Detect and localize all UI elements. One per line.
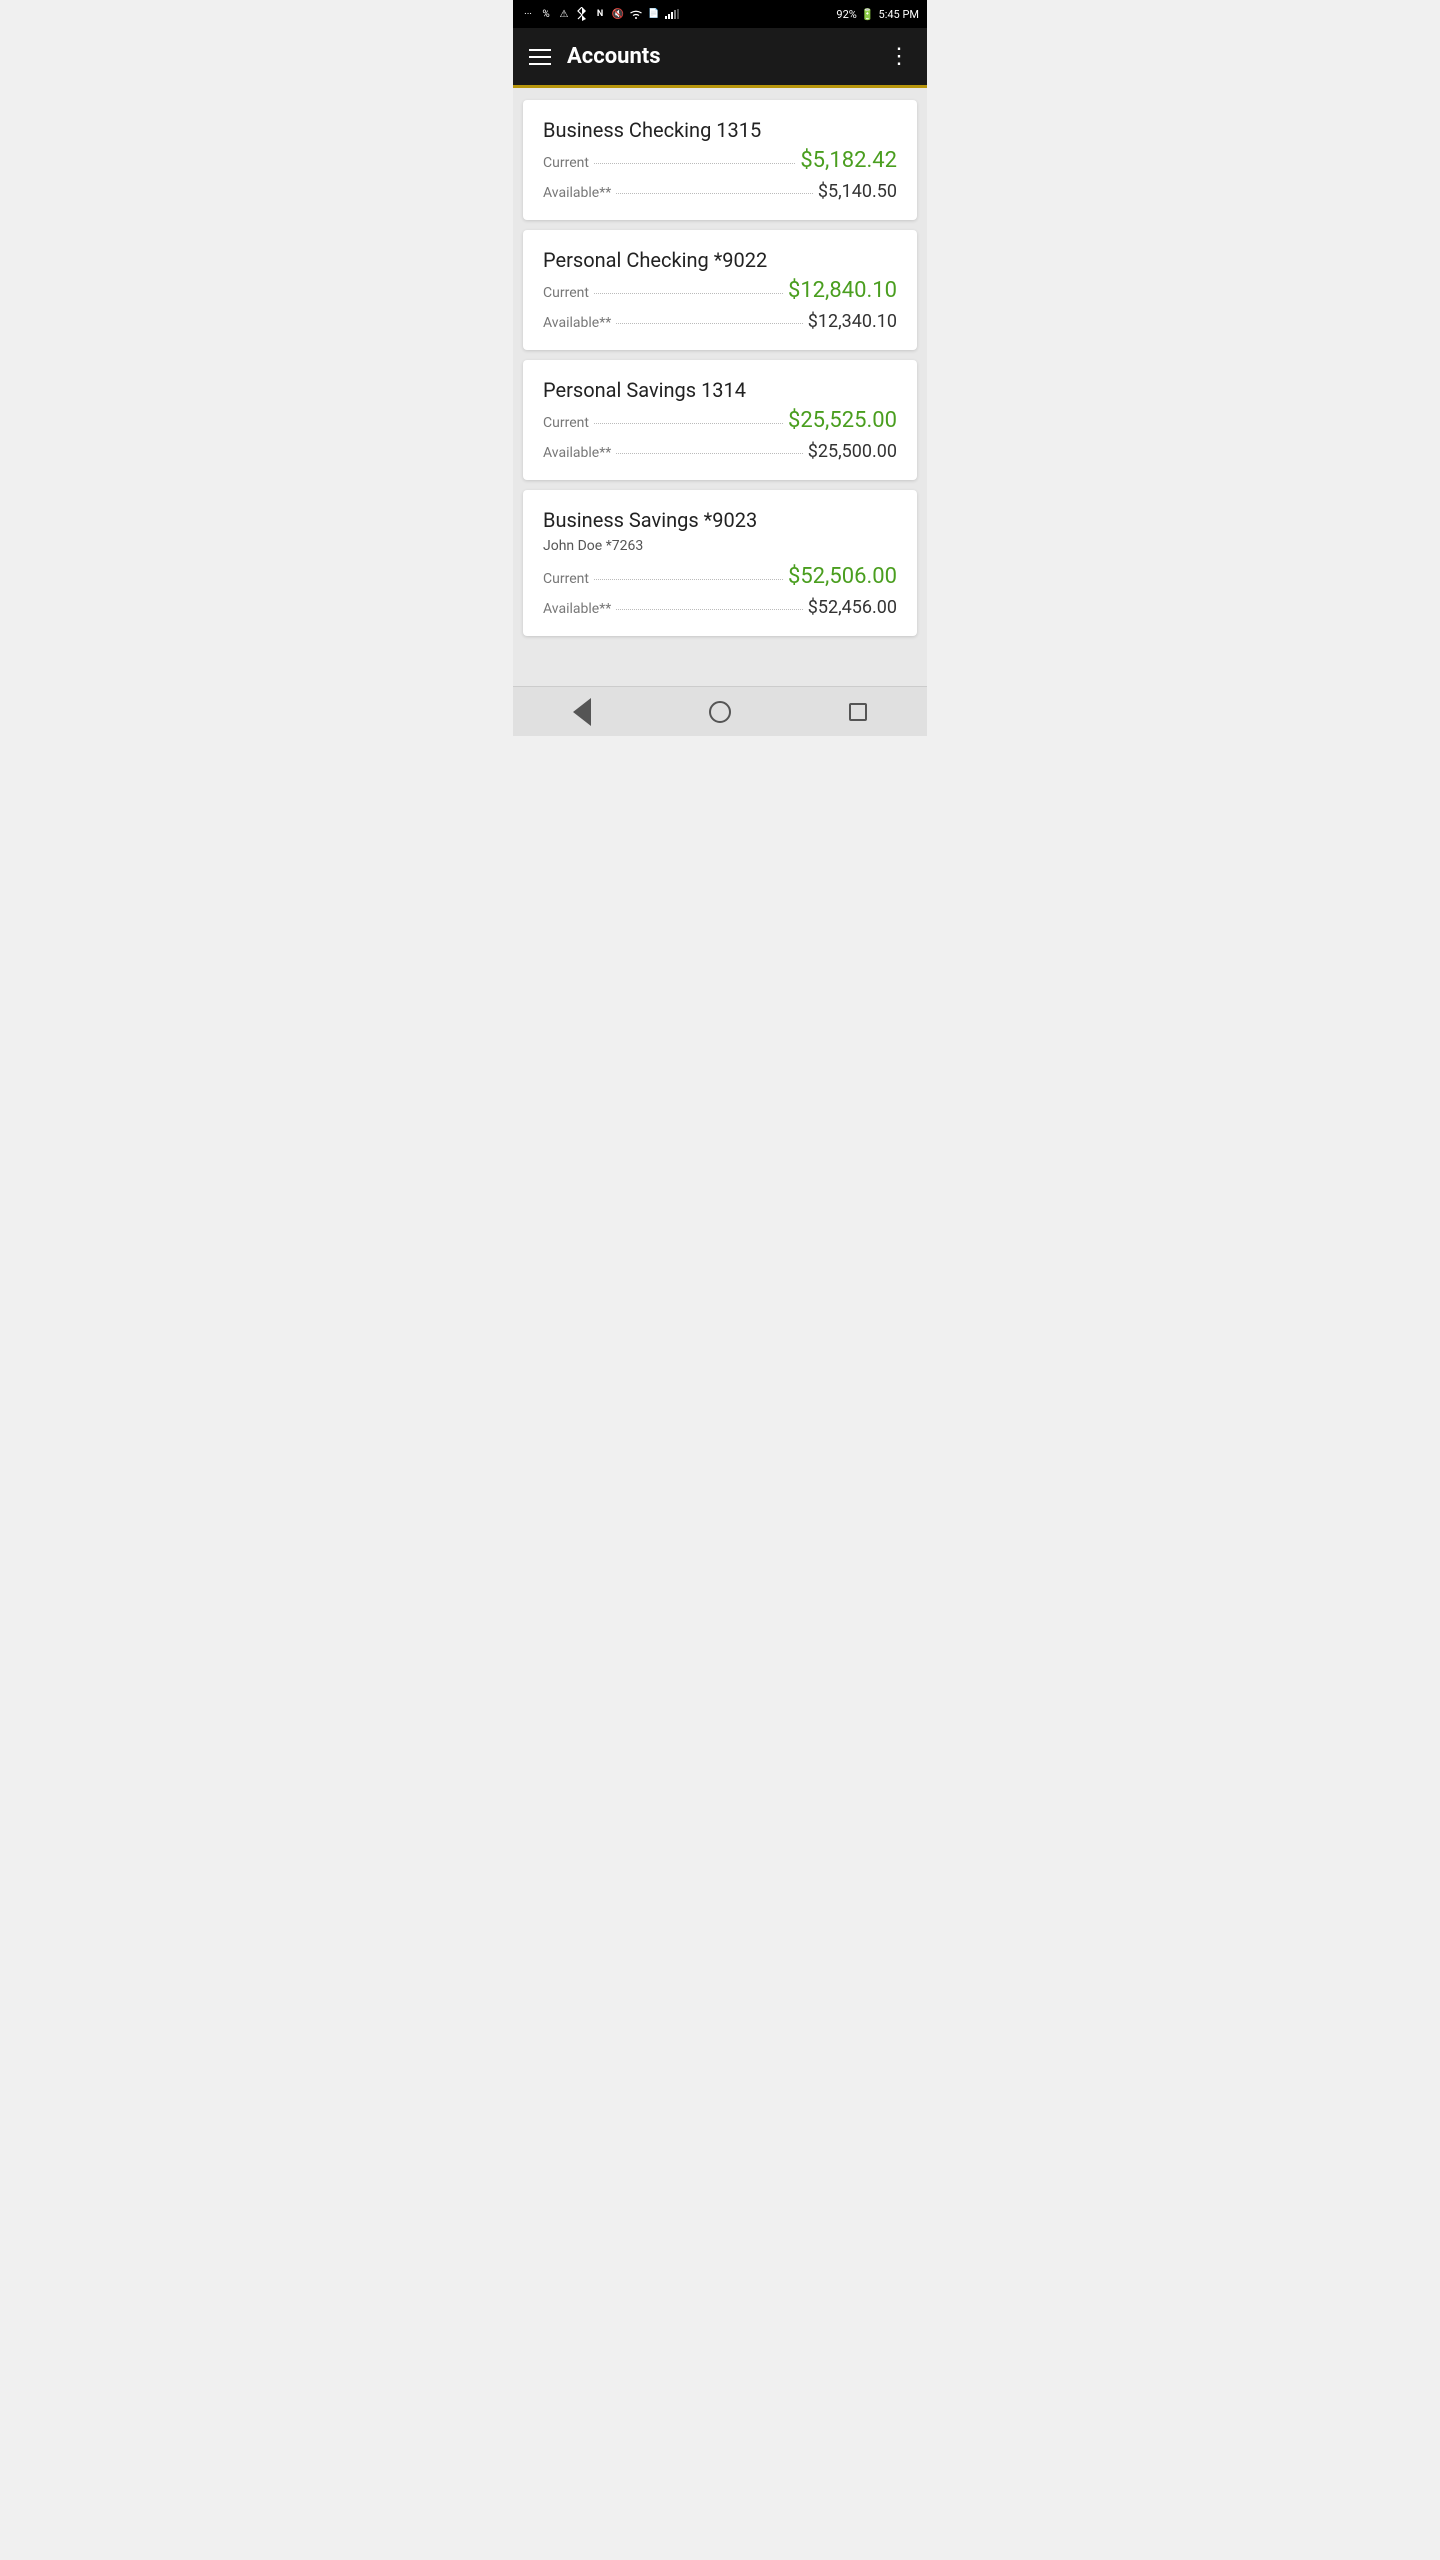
battery-icon: 🔋	[861, 8, 875, 21]
hamburger-line-2	[529, 56, 551, 58]
back-icon	[573, 698, 591, 726]
available-balance-row: Available** $5,140.50	[543, 181, 897, 202]
bluetooth-icon	[575, 7, 589, 21]
current-label: Current	[543, 571, 589, 587]
hamburger-line-1	[529, 49, 551, 51]
page-title: Accounts	[567, 44, 661, 69]
home-button[interactable]	[695, 692, 745, 732]
current-amount: $12,840.10	[788, 278, 897, 303]
notification-icon: ···	[521, 7, 535, 21]
account-card-business-checking[interactable]: Business Checking 1315 Current $5,182.42…	[523, 100, 917, 220]
account-name: Personal Checking *9022	[543, 248, 897, 272]
wifi-icon	[629, 7, 643, 21]
current-balance-row: Current $12,840.10	[543, 278, 897, 303]
bottom-navigation	[513, 686, 927, 736]
account-subtitle: John Doe *7263	[543, 538, 897, 554]
app-bar-left: Accounts	[529, 44, 661, 69]
available-label: Available**	[543, 601, 611, 617]
dot-separator	[616, 453, 803, 454]
dot-separator	[594, 579, 783, 580]
signal-icon	[665, 7, 679, 21]
account-card-personal-checking[interactable]: Personal Checking *9022 Current $12,840.…	[523, 230, 917, 350]
dot-separator	[616, 193, 813, 194]
current-label: Current	[543, 285, 589, 301]
percent-icon: %	[539, 7, 553, 21]
current-label: Current	[543, 415, 589, 431]
home-icon	[709, 701, 731, 723]
current-label: Current	[543, 155, 589, 171]
dot-separator	[594, 293, 783, 294]
status-bar: ··· % ⚠ N 🔇 📄	[513, 0, 927, 28]
available-balance-row: Available** $52,456.00	[543, 597, 897, 618]
account-card-business-savings[interactable]: Business Savings *9023 John Doe *7263 Cu…	[523, 490, 917, 636]
status-bar-right: 92% 🔋 5:45 PM	[836, 8, 919, 21]
current-amount: $52,506.00	[788, 564, 897, 589]
current-amount: $25,525.00	[788, 408, 897, 433]
recents-button[interactable]	[833, 692, 883, 732]
account-name: Business Checking 1315	[543, 118, 897, 142]
more-options-button[interactable]: ⋮	[888, 44, 911, 69]
file-icon: 📄	[647, 7, 661, 21]
status-bar-left: ··· % ⚠ N 🔇 📄	[521, 7, 679, 21]
mute-icon: 🔇	[611, 7, 625, 21]
current-balance-row: Current $52,506.00	[543, 564, 897, 589]
account-card-personal-savings[interactable]: Personal Savings 1314 Current $25,525.00…	[523, 360, 917, 480]
dot-separator	[616, 609, 803, 610]
battery-percent: 92%	[836, 8, 856, 21]
current-balance-row: Current $5,182.42	[543, 148, 897, 173]
dot-separator	[594, 423, 783, 424]
accounts-list: Business Checking 1315 Current $5,182.42…	[513, 88, 927, 686]
warning-icon: ⚠	[557, 7, 571, 21]
recents-icon	[849, 703, 867, 721]
available-balance-row: Available** $12,340.10	[543, 311, 897, 332]
available-balance-row: Available** $25,500.00	[543, 441, 897, 462]
app-bar: Accounts ⋮	[513, 28, 927, 88]
time-display: 5:45 PM	[879, 8, 919, 21]
menu-button[interactable]	[529, 49, 551, 65]
available-amount: $52,456.00	[808, 597, 897, 618]
available-label: Available**	[543, 315, 611, 331]
available-amount: $12,340.10	[808, 311, 897, 332]
current-balance-row: Current $25,525.00	[543, 408, 897, 433]
current-amount: $5,182.42	[800, 148, 897, 173]
back-button[interactable]	[557, 692, 607, 732]
account-name: Business Savings *9023	[543, 508, 897, 532]
account-name: Personal Savings 1314	[543, 378, 897, 402]
dot-separator	[594, 163, 795, 164]
available-amount: $5,140.50	[818, 181, 897, 202]
hamburger-line-3	[529, 63, 551, 65]
dot-separator	[616, 323, 803, 324]
available-amount: $25,500.00	[808, 441, 897, 462]
available-label: Available**	[543, 185, 611, 201]
available-label: Available**	[543, 445, 611, 461]
nfc-icon: N	[593, 7, 607, 21]
